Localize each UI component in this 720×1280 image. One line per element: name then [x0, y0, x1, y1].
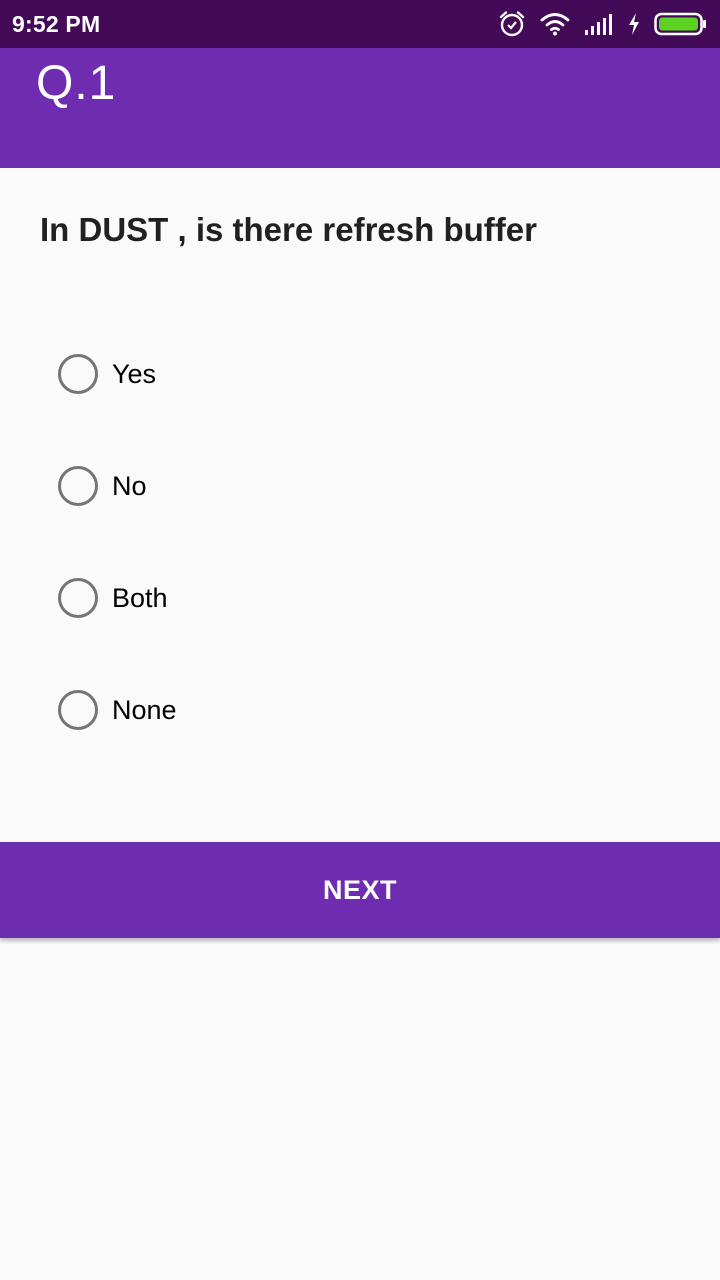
option-no[interactable]: No	[58, 430, 147, 542]
question-text: In DUST , is there refresh buffer	[40, 211, 537, 248]
radio-button[interactable]	[58, 354, 98, 394]
radio-button[interactable]	[58, 466, 98, 506]
next-button[interactable]: NEXT	[0, 842, 720, 938]
page-title: Q.1	[36, 57, 117, 110]
option-label: None	[112, 694, 177, 725]
battery-icon	[654, 12, 708, 36]
alarm-icon	[498, 10, 526, 38]
option-none[interactable]: None	[58, 654, 177, 766]
status-icons	[498, 8, 708, 40]
status-bar: 9:52 PM	[0, 0, 720, 48]
option-label: Yes	[112, 358, 157, 389]
wifi-icon	[540, 12, 570, 36]
charging-icon	[628, 13, 640, 35]
radio-button[interactable]	[58, 578, 98, 618]
option-label: No	[112, 470, 147, 501]
status-time: 9:52 PM	[12, 11, 101, 37]
radio-button[interactable]	[58, 690, 98, 730]
option-both[interactable]: Both	[58, 542, 168, 654]
option-yes[interactable]: Yes	[58, 318, 156, 430]
option-label: Both	[112, 582, 168, 613]
signal-icon	[584, 13, 614, 35]
app-bar: Q.1	[0, 48, 720, 168]
